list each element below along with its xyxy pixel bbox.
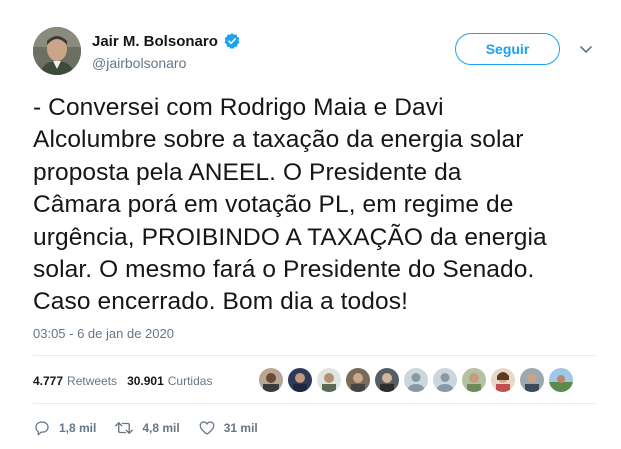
likes-count: 30.901	[127, 374, 164, 388]
divider	[33, 403, 595, 404]
retweet-button[interactable]: 4,8 mil	[114, 419, 180, 437]
likes-stat[interactable]: 30.901 Curtidas	[127, 374, 212, 388]
liker-avatar[interactable]	[433, 368, 457, 392]
reply-count: 1,8 mil	[59, 421, 97, 435]
tweet-text-line: Alcolumbre sobre a taxação da energia so…	[33, 126, 524, 154]
author-avatar[interactable]	[33, 27, 81, 75]
tweet-text-line: - Conversei com Rodrigo Maia e Davi	[33, 94, 444, 121]
reply-icon	[35, 421, 49, 436]
heart-icon	[199, 421, 215, 435]
tweet-text-line: urgência, PROIBINDO A TAXAÇÃO da energia	[33, 223, 547, 251]
tweet-timestamp[interactable]: 03:05 - 6 de jan de 2020	[33, 326, 174, 341]
liker-avatar[interactable]	[462, 368, 486, 392]
like-count: 31 mil	[223, 421, 258, 435]
author-display-name[interactable]: Jair M. Bolsonaro	[92, 33, 218, 50]
liker-avatar[interactable]	[346, 368, 370, 392]
like-button[interactable]: 31 mil	[198, 419, 258, 437]
liker-avatar[interactable]	[317, 368, 341, 392]
liker-avatar[interactable]	[549, 368, 573, 392]
retweets-count: 4.777	[33, 374, 64, 388]
tweet-text-line: Câmara porá em votação PL, em regime de	[33, 191, 514, 219]
likes-label: Curtidas	[167, 374, 213, 388]
liker-avatar[interactable]	[404, 368, 428, 392]
tweet-card: Jair M. Bolsonaro @jairbolsonaro Seguir …	[0, 0, 621, 449]
tweet-text-line: Caso encerrado. Bom dia a todos!	[33, 288, 408, 316]
tweet-text-line: solar. O mesmo fará o Presidente do Sena…	[33, 256, 535, 284]
tweet-text-line: proposta pela ANEEL. O Presidente da	[33, 158, 462, 186]
follow-button[interactable]: Seguir	[455, 33, 560, 65]
liker-avatars	[259, 368, 578, 392]
verified-badge-icon	[223, 32, 241, 50]
author-photo-icon	[33, 27, 81, 75]
engagement-stats: 4.777 Retweets 30.901 Curtidas	[33, 372, 222, 390]
tweet-text: - Conversei com Rodrigo Maia e Davi Alco…	[33, 92, 593, 319]
liker-avatar[interactable]	[520, 368, 544, 392]
author-name-row: Jair M. Bolsonaro	[92, 31, 241, 51]
liker-avatar[interactable]	[375, 368, 399, 392]
retweets-stat[interactable]: 4.777 Retweets	[33, 374, 117, 388]
chevron-down-icon[interactable]	[578, 43, 594, 57]
tweet-actions: 1,8 mil 4,8 mil 31 mil	[33, 418, 276, 438]
liker-avatar[interactable]	[288, 368, 312, 392]
divider	[33, 355, 595, 356]
liker-avatar[interactable]	[491, 368, 515, 392]
reply-button[interactable]: 1,8 mil	[33, 419, 96, 437]
liker-avatar[interactable]	[259, 368, 283, 392]
retweet-count: 4,8 mil	[142, 421, 180, 435]
retweets-label: Retweets	[67, 374, 118, 388]
author-handle[interactable]: @jairbolsonaro	[92, 55, 186, 71]
retweet-icon	[115, 422, 134, 434]
